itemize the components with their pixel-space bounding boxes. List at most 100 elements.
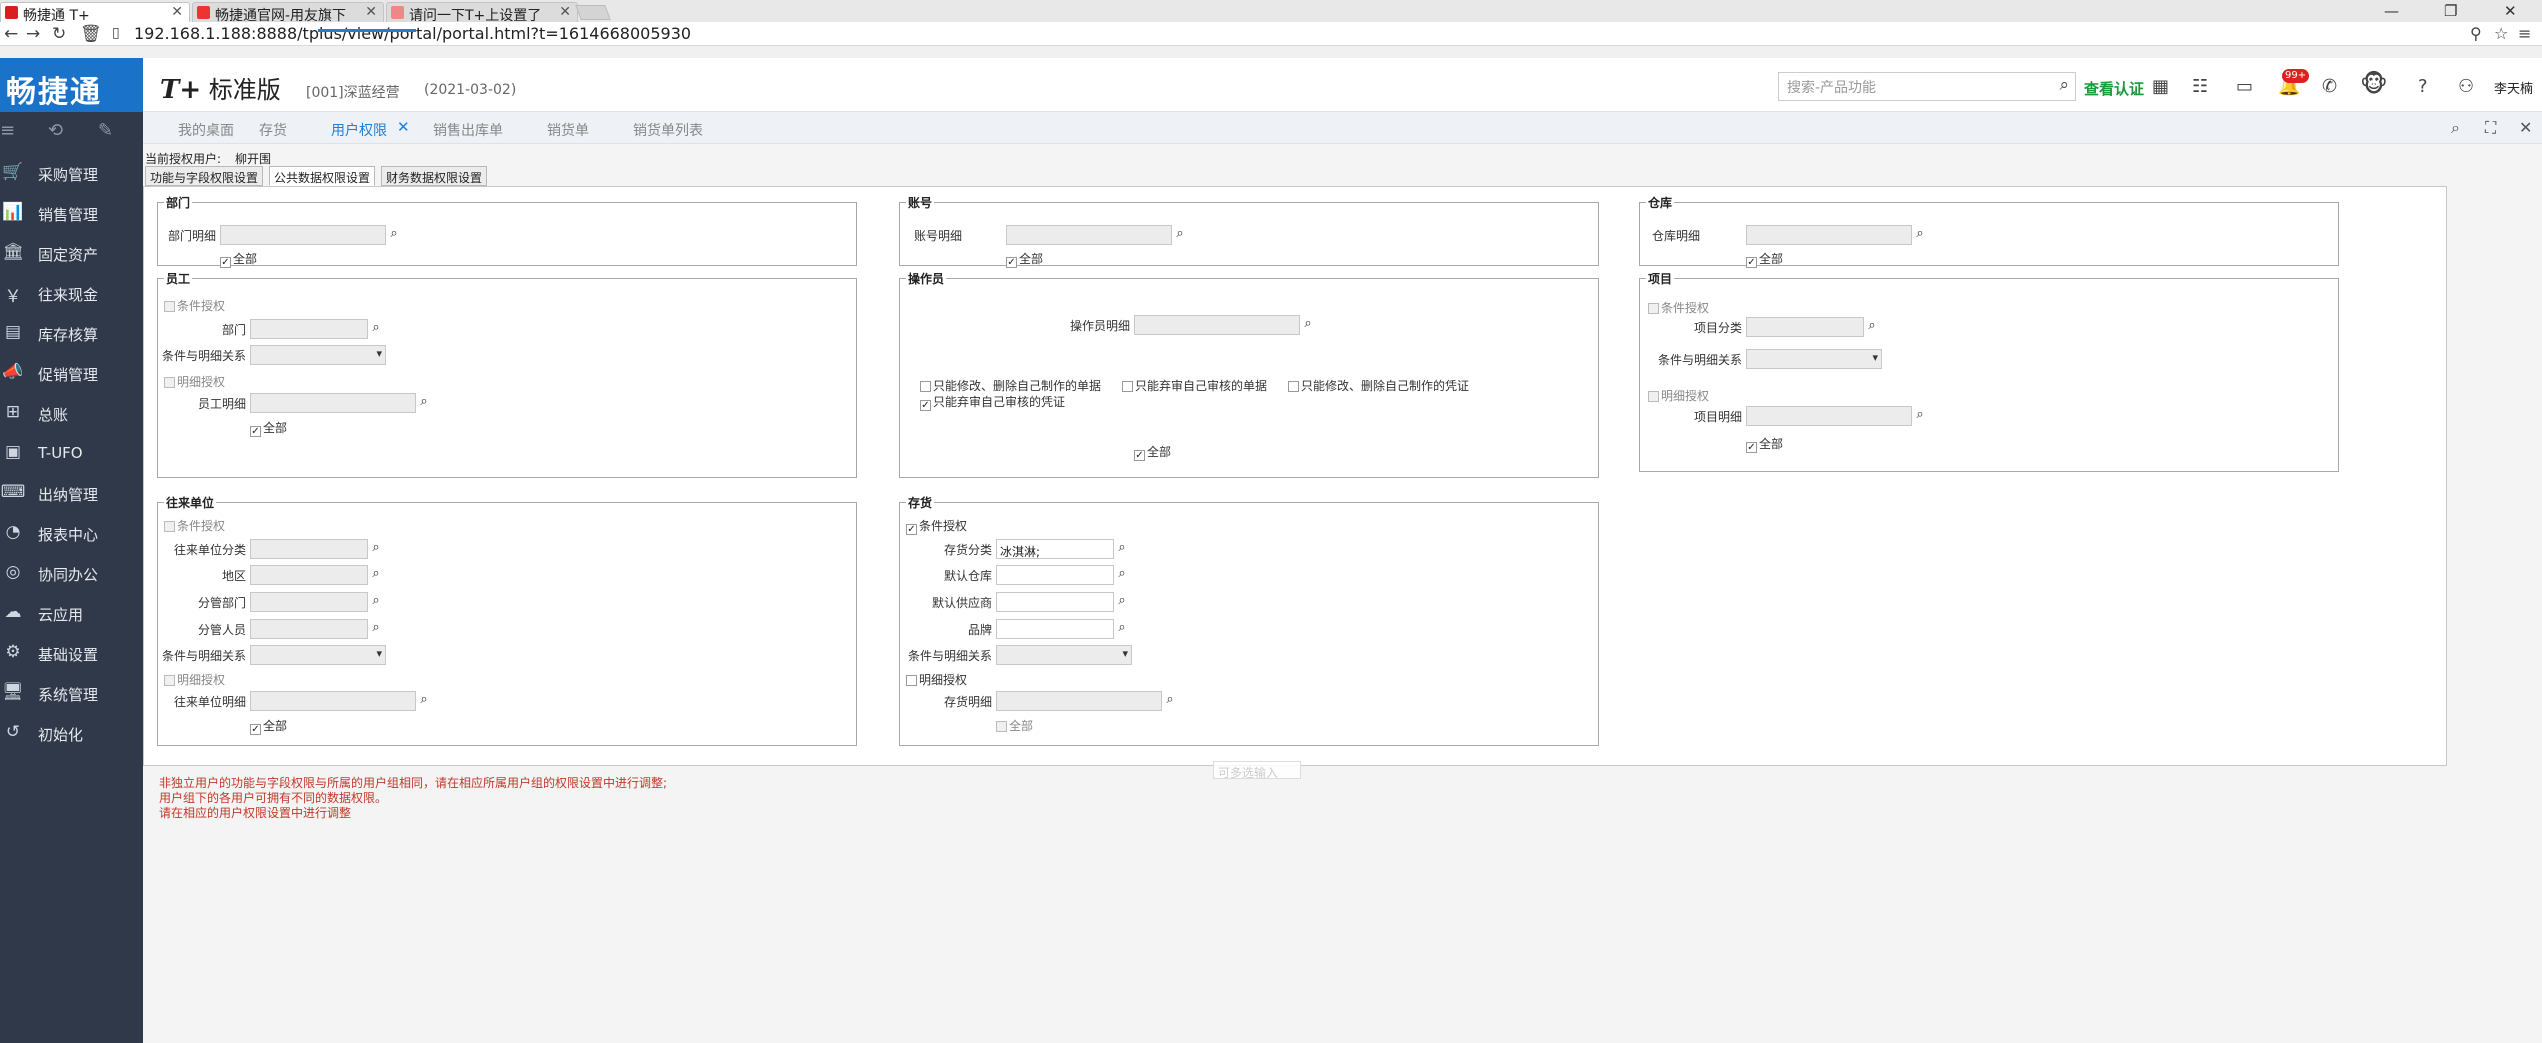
search-icon[interactable]: ⌕ xyxy=(1113,620,1131,640)
minimize-icon[interactable]: — xyxy=(2384,2,2399,20)
inventory-warehouse-field[interactable]: ⌕ xyxy=(996,565,1126,585)
sidebar-item-promotion[interactable]: 📣 促销管理 xyxy=(0,358,143,390)
help-icon[interactable]: ? xyxy=(2418,76,2428,97)
search-icon[interactable]: ⌕ xyxy=(415,692,433,712)
search-icon[interactable]: ⌕ xyxy=(367,620,385,640)
sidebar-item-basic-settings[interactable]: ⚙ 基础设置 xyxy=(0,638,143,670)
dept-all-checkbox[interactable]: ✓ 全部 xyxy=(220,250,257,268)
sidebar-item-sales[interactable]: 📊 销售管理 xyxy=(0,198,143,230)
search-icon[interactable]: ⌕ xyxy=(385,226,403,246)
search-icon[interactable]: ⌕ xyxy=(1171,226,1189,246)
inventory-relation-select[interactable]: ▾ xyxy=(996,645,1132,665)
search-icon[interactable]: ⌕ xyxy=(1161,692,1179,712)
project-all-checkbox[interactable]: ✓ 全部 xyxy=(1746,435,1783,453)
favorite-star-icon[interactable]: ☆ xyxy=(2494,24,2508,43)
sidebar-item-init[interactable]: ↺ 初始化 xyxy=(0,718,143,750)
search-icon[interactable]: ⌕ xyxy=(367,566,385,586)
operator-opt1-checkbox[interactable]: 只能修改、删除自己制作的单据 xyxy=(920,377,1101,394)
tab-sales-order-list[interactable]: 销货单列表 xyxy=(633,120,703,140)
search-icon[interactable]: ⌕ xyxy=(367,593,385,613)
search-icon[interactable]: ⌕ xyxy=(1113,566,1131,586)
browser-tab-1[interactable]: 畅捷通 T+ ✕ xyxy=(0,2,190,22)
verify-link[interactable]: 查看认证 xyxy=(2084,78,2144,99)
partner-dept-field[interactable]: ⌕ xyxy=(250,592,380,612)
partner-detail-field[interactable]: ⌕ xyxy=(250,691,428,711)
project-detail-auth-checkbox[interactable]: 明细授权 xyxy=(1648,387,1709,404)
search-icon[interactable]: ⌕ xyxy=(415,394,433,414)
operator-opt2-checkbox[interactable]: 只能弃审自己审核的单据 xyxy=(1122,377,1267,394)
warehouse-detail-field[interactable]: ⌕ xyxy=(1746,225,1924,245)
browser-tab-3[interactable]: 请问一下T+上设置了 ✕ xyxy=(386,2,578,22)
employee-relation-select[interactable]: ▾ xyxy=(250,345,386,365)
search-icon[interactable]: ⌕ xyxy=(1113,593,1131,613)
sidebar-item-system[interactable]: 🖥 系统管理 xyxy=(0,678,143,710)
close-icon[interactable]: ✕ xyxy=(559,4,571,20)
sidebar-item-ledger[interactable]: ⊞ 总账 xyxy=(0,398,143,430)
operator-all-checkbox[interactable]: ✓ 全部 xyxy=(1134,443,1171,461)
window-close-icon[interactable]: ✕ xyxy=(2504,2,2517,20)
employee-detail-field[interactable]: ⌕ xyxy=(250,393,428,413)
partner-all-checkbox[interactable]: ✓ 全部 xyxy=(250,717,287,735)
subtab-finance-data[interactable]: 财务数据权限设置 xyxy=(381,166,488,186)
fullscreen-icon[interactable]: ⛶ xyxy=(2485,118,2496,138)
search-icon[interactable]: ⌕ xyxy=(1863,318,1881,338)
calculator-icon[interactable]: ▦ xyxy=(2152,76,2169,97)
sidebar-item-cloud[interactable]: ☁ 云应用 xyxy=(0,598,143,630)
inventory-all-checkbox[interactable]: 全部 xyxy=(996,717,1033,734)
tab-inventory[interactable]: 存货 xyxy=(259,120,287,140)
subtab-public-data[interactable]: 公共数据权限设置 xyxy=(269,166,376,186)
search-icon[interactable]: ⌕ xyxy=(1113,540,1131,560)
partner-detail-auth-checkbox[interactable]: 明细授权 xyxy=(164,671,225,688)
partner-category-field[interactable]: ⌕ xyxy=(250,539,380,559)
search-icon[interactable]: ⌕ xyxy=(367,540,385,560)
tab-sales-outbound[interactable]: 销售出库单 xyxy=(433,120,503,140)
partner-relation-select[interactable]: ▾ xyxy=(250,645,386,665)
search-icon[interactable]: ⌕ xyxy=(2059,75,2069,95)
employee-dept-field[interactable]: ⌕ xyxy=(250,319,380,339)
employee-all-checkbox[interactable]: ✓ 全部 xyxy=(250,419,287,437)
sidebar-item-purchase[interactable]: 🛒 采购管理 xyxy=(0,158,143,190)
tasks-icon[interactable]: ☷ xyxy=(2192,76,2208,97)
url-text[interactable]: 192.168.1.188:8888/tplus/view/portal/por… xyxy=(134,24,691,43)
inventory-supplier-field[interactable]: ⌕ xyxy=(996,592,1126,612)
close-tab-icon[interactable]: ✕ xyxy=(397,118,410,136)
inventory-detail-auth-checkbox[interactable]: 明细授权 xyxy=(906,671,967,688)
sidebar-item-reports[interactable]: ◔ 报表中心 xyxy=(0,518,143,550)
back-icon[interactable]: ← xyxy=(4,24,18,44)
username[interactable]: 李天楠 xyxy=(2494,78,2533,97)
account-detail-field[interactable]: ⌕ xyxy=(1006,225,1184,245)
new-tab-button[interactable] xyxy=(575,5,611,20)
inventory-category-field[interactable]: 冰淇淋; ⌕ xyxy=(996,539,1126,559)
refresh-icon[interactable]: ↻ xyxy=(52,24,66,44)
search-icon[interactable]: ⌕ xyxy=(1911,226,1929,246)
warehouse-all-checkbox[interactable]: ✓ 全部 xyxy=(1746,250,1783,268)
tab-user-permissions[interactable]: 用户权限 xyxy=(331,120,387,140)
employee-cond-auth-checkbox[interactable]: 条件授权 xyxy=(164,297,225,314)
operator-opt3-checkbox[interactable]: 只能修改、删除自己制作的凭证 xyxy=(1288,377,1469,394)
forward-icon[interactable]: → xyxy=(26,24,40,44)
account-all-checkbox[interactable]: ✓ 全部 xyxy=(1006,250,1043,268)
screen-icon[interactable]: ▭ xyxy=(2236,76,2253,97)
inventory-cond-auth-checkbox[interactable]: ✓ 条件授权 xyxy=(906,517,967,535)
inventory-brand-field[interactable]: ⌕ xyxy=(996,619,1126,639)
subtab-function-fields[interactable]: 功能与字段权限设置 xyxy=(145,166,264,186)
restore-icon[interactable]: ❐ xyxy=(2444,2,2457,20)
project-category-field[interactable]: ⌕ xyxy=(1746,317,1876,337)
sidebar-item-office[interactable]: ◎ 协同办公 xyxy=(0,558,143,590)
trash-icon[interactable]: 🗑 xyxy=(80,24,102,44)
sidebar-item-inventory[interactable]: ▤ 库存核算 xyxy=(0,318,143,350)
employee-detail-auth-checkbox[interactable]: 明细授权 xyxy=(164,373,225,390)
partner-staff-field[interactable]: ⌕ xyxy=(250,619,380,639)
phone-icon[interactable]: ✆ xyxy=(2322,76,2337,97)
close-icon[interactable]: ✕ xyxy=(171,4,183,20)
operator-detail-field[interactable]: ⌕ xyxy=(1134,315,1312,335)
history-icon[interactable]: ⟲ xyxy=(48,120,63,141)
sidebar-item-t-ufo[interactable]: ▣ T-UFO xyxy=(0,438,143,470)
partner-cond-auth-checkbox[interactable]: 条件授权 xyxy=(164,517,225,534)
inventory-detail-field[interactable]: ⌕ xyxy=(996,691,1174,711)
sidebar-item-fixed-assets[interactable]: 🏛 固定资产 xyxy=(0,238,143,270)
product-search-input[interactable]: 搜索-产品功能 ⌕ xyxy=(1778,72,2076,101)
sidebar-item-cash[interactable]: ￥ 往来现金 xyxy=(0,278,143,310)
project-detail-field[interactable]: ⌕ xyxy=(1746,406,1924,426)
extension-icon[interactable]: ⚲ xyxy=(2470,24,2482,43)
